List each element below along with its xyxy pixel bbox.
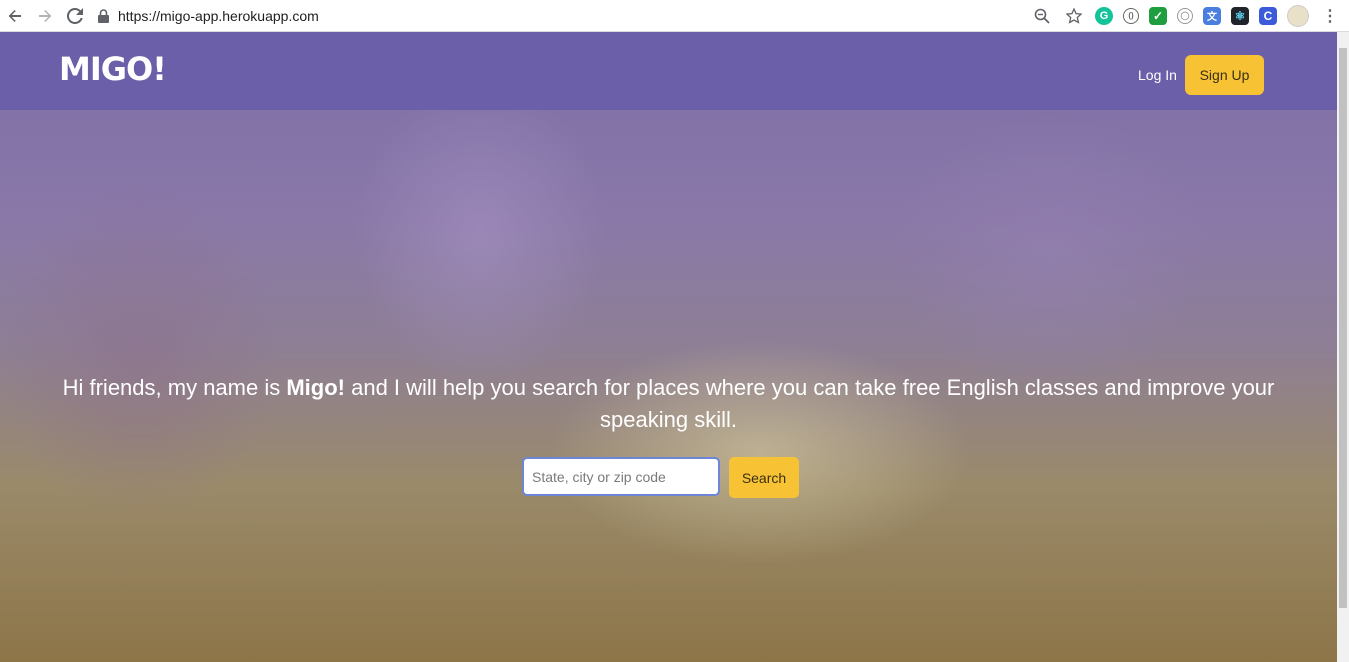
migo-logo[interactable]: MIGO! bbox=[59, 50, 167, 88]
hero-background-image bbox=[0, 32, 1337, 662]
browser-toolbar: https://migo-app.herokuapp.com G () ✓ ◯ … bbox=[0, 0, 1349, 32]
c-extension-icon[interactable]: C bbox=[1259, 6, 1277, 25]
hero-text-start: Hi friends, my name is bbox=[62, 375, 287, 400]
back-icon[interactable] bbox=[0, 2, 30, 30]
address-bar[interactable]: https://migo-app.herokuapp.com bbox=[118, 8, 319, 24]
checkmark-extension-icon[interactable]: ✓ bbox=[1149, 6, 1167, 25]
signup-button[interactable]: Sign Up bbox=[1185, 55, 1264, 95]
grammarly-icon[interactable]: G bbox=[1095, 6, 1113, 25]
forward-icon[interactable] bbox=[30, 2, 60, 30]
login-link[interactable]: Log In bbox=[1138, 67, 1177, 83]
search-input[interactable] bbox=[530, 467, 714, 486]
hero-text-end: and I will help you search for places wh… bbox=[345, 375, 1275, 432]
translate-icon[interactable]: 文 bbox=[1203, 6, 1221, 25]
page-viewport: MIGO! Log In Sign Up Hi friends, my name… bbox=[0, 32, 1337, 662]
hero-text: Hi friends, my name is Migo! and I will … bbox=[60, 372, 1277, 436]
profile-avatar-icon[interactable] bbox=[1287, 4, 1309, 27]
react-devtools-icon[interactable]: ⚛ bbox=[1231, 6, 1249, 25]
reload-icon[interactable] bbox=[60, 2, 90, 30]
scrollbar-thumb[interactable] bbox=[1339, 48, 1347, 608]
extension-icon[interactable]: () bbox=[1123, 7, 1139, 24]
search-input-wrapper[interactable] bbox=[522, 457, 720, 496]
search-button[interactable]: Search bbox=[729, 457, 799, 498]
star-icon[interactable] bbox=[1063, 5, 1085, 27]
navbar: MIGO! Log In Sign Up bbox=[0, 32, 1337, 110]
hero-text-migo: Migo! bbox=[286, 375, 345, 400]
github-icon[interactable]: ◯ bbox=[1177, 7, 1193, 24]
zoom-icon[interactable] bbox=[1031, 5, 1053, 27]
menu-icon[interactable]: ⋮ bbox=[1319, 5, 1341, 27]
page-scrollbar[interactable] bbox=[1337, 32, 1349, 662]
lock-icon[interactable] bbox=[96, 8, 110, 24]
